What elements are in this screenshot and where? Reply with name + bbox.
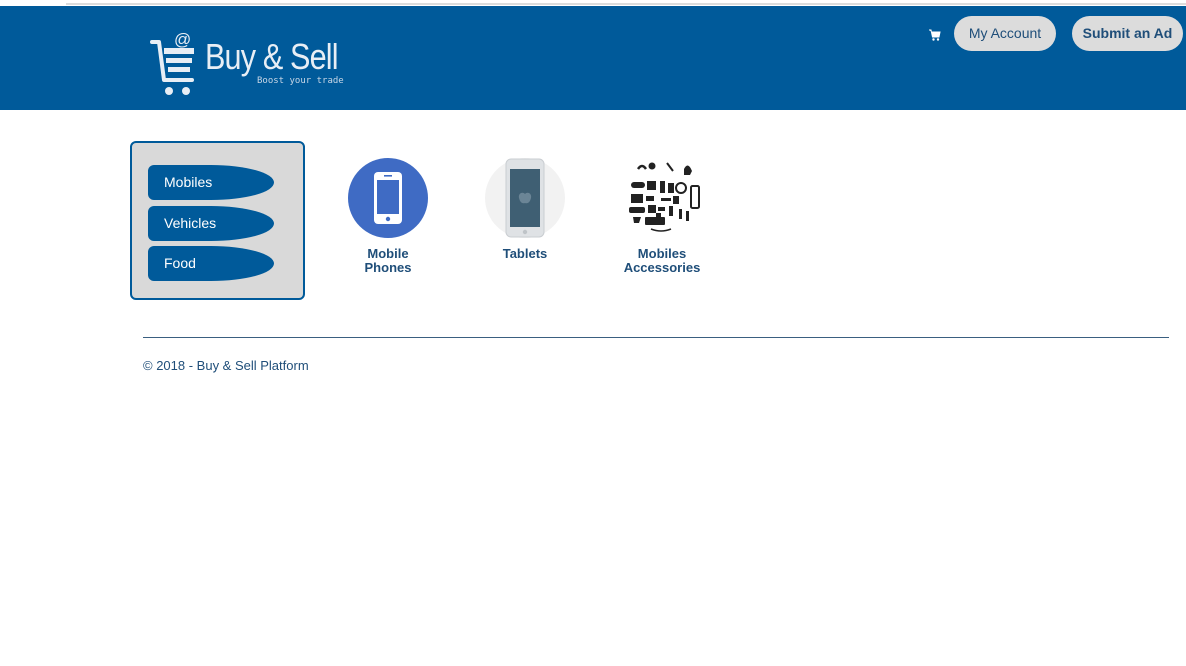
submit-ad-button[interactable]: Submit an Ad [1072, 16, 1183, 51]
footer-copyright: © 2018 - Buy & Sell Platform [143, 358, 309, 373]
category-sidebar: Mobiles Vehicles Food [130, 141, 305, 300]
category-tile-tablets[interactable]: Tablets [475, 157, 575, 261]
footer-divider [143, 337, 1169, 338]
site-header: @ Buy & Sell Boost your trade My Account… [0, 6, 1186, 110]
category-label-line: Mobiles [637, 246, 687, 261]
my-account-button[interactable]: My Account [954, 16, 1056, 51]
svg-text:@: @ [174, 30, 191, 49]
category-label-line: Mobile [367, 246, 409, 261]
category-label-line: Phones [364, 260, 412, 275]
shopping-cart-icon[interactable] [929, 28, 941, 41]
sidebar-item-vehicles[interactable]: Vehicles [148, 206, 274, 241]
category-label-line: Accessories [623, 260, 701, 275]
top-border [66, 3, 1186, 5]
site-logo[interactable]: @ Buy & Sell Boost your trade [150, 28, 350, 98]
category-label: Tablets [475, 247, 575, 261]
accessories-icon [621, 157, 703, 239]
logo-tagline: Boost your trade [257, 76, 344, 86]
category-label: Mobiles Accessories [612, 247, 712, 275]
tablet-icon [484, 157, 566, 239]
sidebar-item-mobiles[interactable]: Mobiles [148, 165, 274, 200]
category-label: Mobile Phones [338, 247, 438, 275]
logo-cart-icon: @ [150, 30, 194, 95]
mobile-phone-icon [347, 157, 429, 239]
category-tile-mobile-accessories[interactable]: Mobiles Accessories [612, 157, 712, 275]
category-tile-mobile-phones[interactable]: Mobile Phones [338, 157, 438, 275]
logo-title: Buy & Sell [205, 36, 339, 77]
sidebar-item-food[interactable]: Food [148, 246, 274, 281]
category-label-line: Tablets [502, 246, 548, 261]
